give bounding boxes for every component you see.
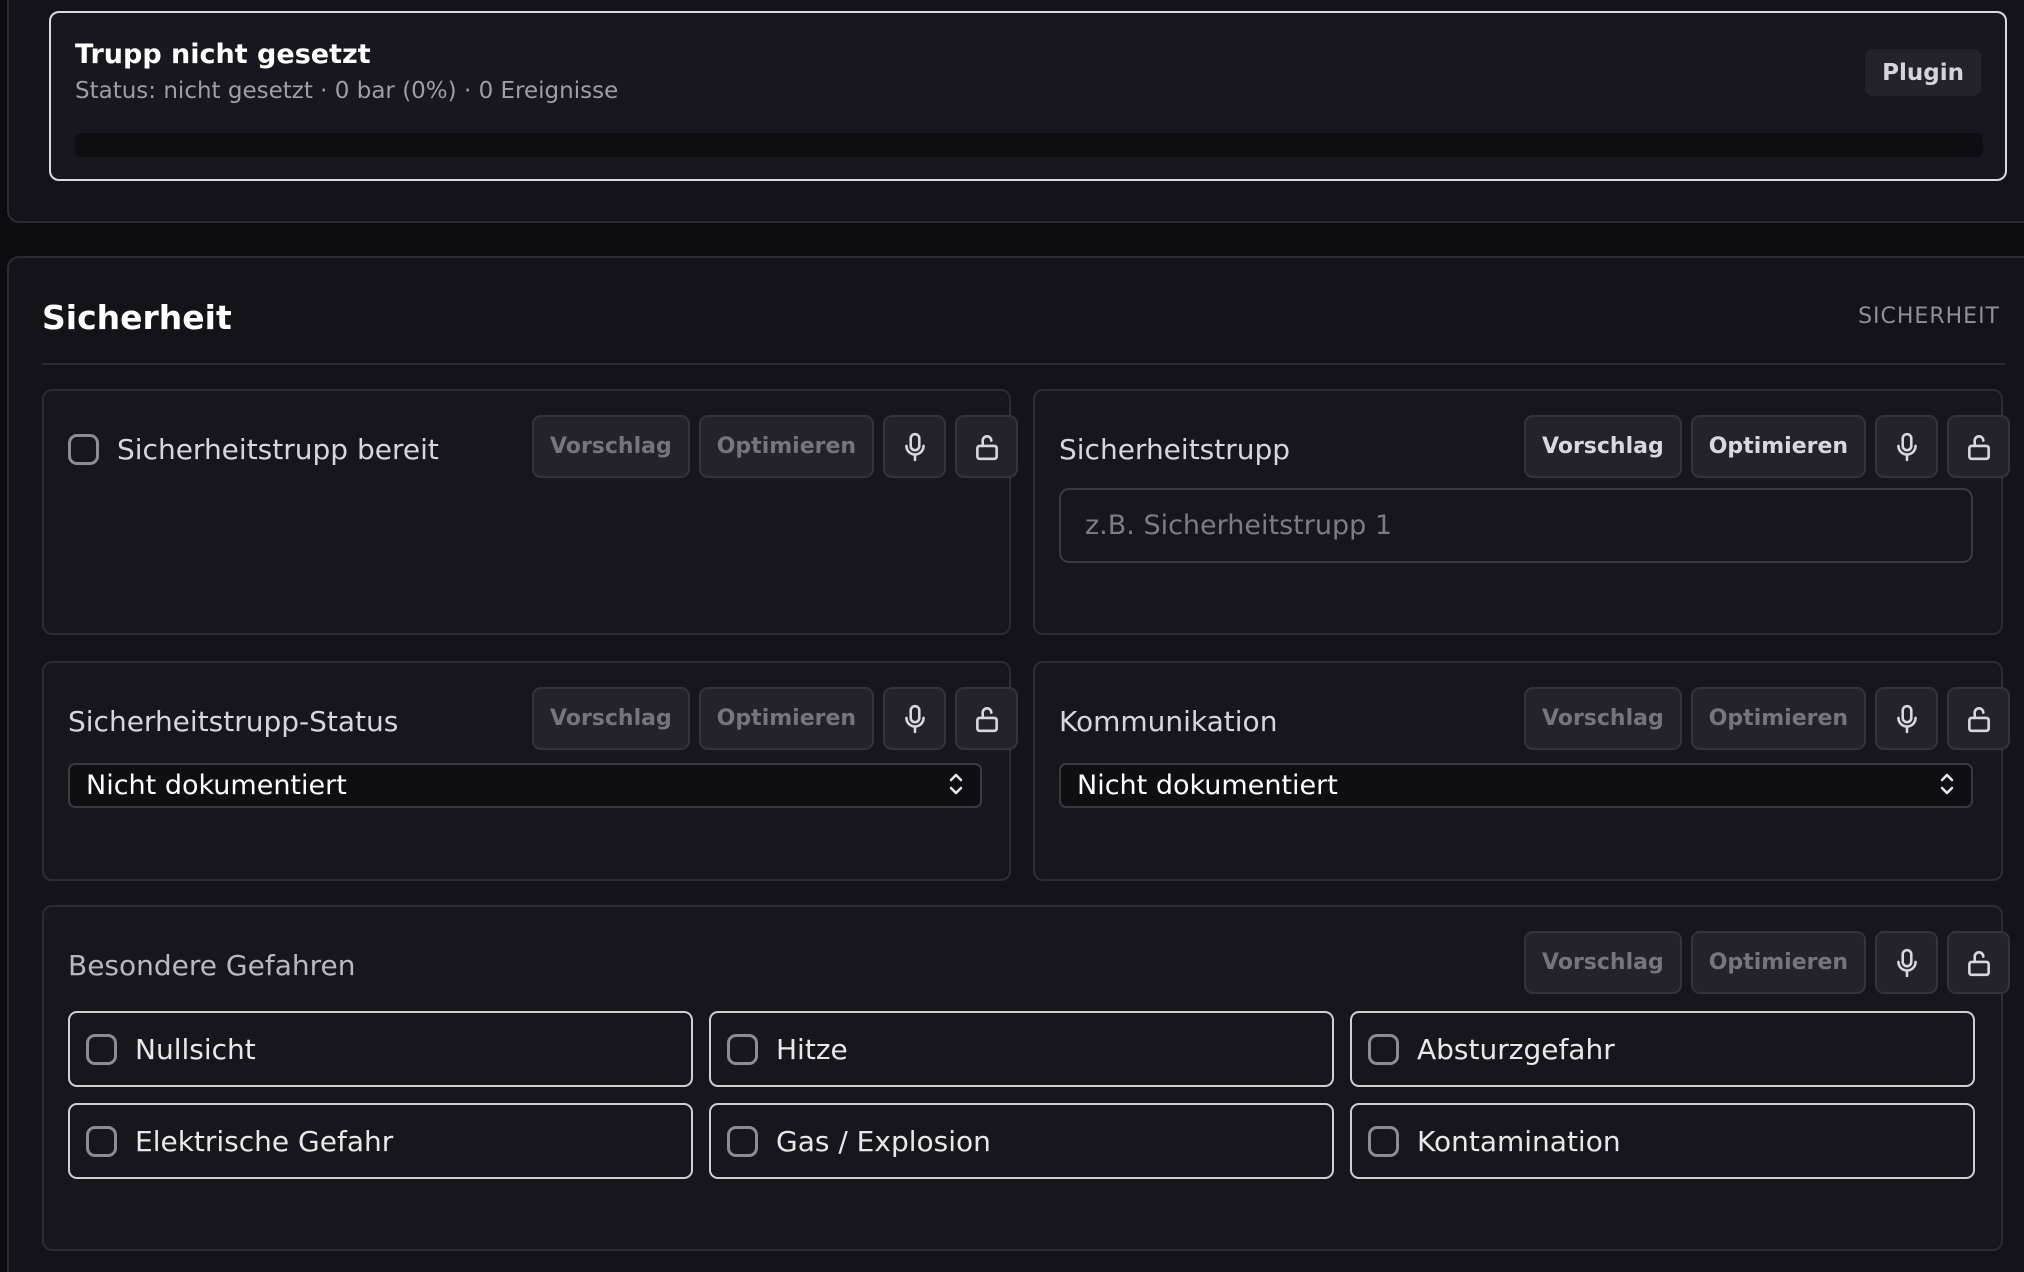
- field-tools: Vorschlag Optimieren: [532, 415, 1019, 478]
- microphone-icon[interactable]: [883, 415, 947, 478]
- suggest-button[interactable]: Vorschlag: [1524, 687, 1682, 750]
- field-tools: Vorschlag Optimieren: [1524, 687, 2011, 750]
- hazard-label: Nullsicht: [135, 1032, 256, 1066]
- hazard-option-hitze[interactable]: Hitze: [709, 1011, 1334, 1087]
- field-card-ready: Sicherheitstrupp bereit Vorschlag Optimi…: [42, 389, 1019, 635]
- hazards-label: Besondere Gefahren: [68, 949, 356, 982]
- trupp-panel: Trupp nicht gesetzt Status: nicht gesetz…: [7, 0, 2024, 223]
- hazard-label: Kontamination: [1417, 1124, 1621, 1158]
- hazard-option-nullsicht[interactable]: Nullsicht: [68, 1011, 693, 1087]
- optimize-button[interactable]: Optimieren: [1690, 931, 1867, 994]
- field-card-trupp: Sicherheitstrupp Vorschlag Optimieren: [1033, 389, 2011, 635]
- plugin-badge: Plugin: [1865, 49, 1981, 96]
- comm-label: Kommunikation: [1059, 705, 1278, 738]
- hazard-checkbox[interactable]: [1368, 1125, 1399, 1157]
- hazard-checkbox[interactable]: [1368, 1033, 1399, 1065]
- hazard-option-gas-explosion[interactable]: Gas / Explosion: [709, 1103, 1334, 1179]
- section-divider: [42, 363, 2005, 365]
- hazard-checkbox[interactable]: [86, 1125, 117, 1157]
- field-tools: Vorschlag Optimieren: [1524, 931, 2011, 994]
- field-tools: Vorschlag Optimieren: [1524, 415, 2011, 478]
- unlock-icon[interactable]: [1947, 931, 2011, 994]
- safety-section: Sicherheit SICHERHEIT Sicherheitstrupp b…: [7, 256, 2024, 1272]
- suggest-button[interactable]: Vorschlag: [1524, 931, 1682, 994]
- microphone-icon[interactable]: [883, 687, 947, 750]
- suggest-button[interactable]: Vorschlag: [532, 687, 690, 750]
- suggest-button[interactable]: Vorschlag: [532, 415, 690, 478]
- unlock-icon[interactable]: [955, 687, 1019, 750]
- section-tag: SICHERHEIT: [1858, 304, 2000, 329]
- trupp-input[interactable]: [1059, 488, 1973, 563]
- hazard-checkbox[interactable]: [86, 1033, 117, 1065]
- chevron-up-down-icon: [948, 771, 964, 801]
- hazard-option-kontamination[interactable]: Kontamination: [1350, 1103, 1975, 1179]
- ready-label: Sicherheitstrupp bereit: [117, 433, 439, 466]
- optimize-button[interactable]: Optimieren: [1690, 687, 1867, 750]
- status-select-value: Nicht dokumentiert: [86, 770, 347, 801]
- ready-checkbox-row[interactable]: Sicherheitstrupp bereit: [68, 433, 439, 466]
- status-select[interactable]: Nicht dokumentiert: [68, 763, 982, 808]
- comm-select-value: Nicht dokumentiert: [1077, 770, 1338, 801]
- hazard-checkbox[interactable]: [727, 1125, 758, 1157]
- microphone-icon[interactable]: [1875, 931, 1939, 994]
- hazard-checkbox[interactable]: [727, 1033, 758, 1065]
- field-tools: Vorschlag Optimieren: [532, 687, 1019, 750]
- ready-checkbox[interactable]: [68, 434, 99, 465]
- optimize-button[interactable]: Optimieren: [698, 415, 875, 478]
- pressure-progress-bar: [75, 133, 1983, 157]
- hazard-label: Elektrische Gefahr: [135, 1124, 394, 1158]
- hazard-option-absturzgefahr[interactable]: Absturzgefahr: [1350, 1011, 1975, 1087]
- hazard-label: Absturzgefahr: [1417, 1032, 1615, 1066]
- trupp-status: Status: nicht gesetzt · 0 bar (0%) · 0 E…: [75, 78, 619, 104]
- unlock-icon[interactable]: [955, 415, 1019, 478]
- comm-select[interactable]: Nicht dokumentiert: [1059, 763, 1973, 808]
- field-card-comm: Kommunikation Vorschlag Optimieren Nicht…: [1033, 661, 2011, 881]
- status-label: Sicherheitstrupp-Status: [68, 705, 399, 738]
- chevron-up-down-icon: [1939, 771, 1955, 801]
- hazard-label: Gas / Explosion: [776, 1124, 991, 1158]
- hazard-label: Hitze: [776, 1032, 848, 1066]
- trupp-title: Trupp nicht gesetzt: [75, 39, 371, 70]
- optimize-button[interactable]: Optimieren: [1690, 415, 1867, 478]
- hazard-option-elektrische-gefahr[interactable]: Elektrische Gefahr: [68, 1103, 693, 1179]
- field-card-status: Sicherheitstrupp-Status Vorschlag Optimi…: [42, 661, 1019, 881]
- field-card-hazards: Besondere Gefahren Vorschlag Optimieren …: [42, 905, 2011, 1251]
- suggest-button[interactable]: Vorschlag: [1524, 415, 1682, 478]
- optimize-button[interactable]: Optimieren: [698, 687, 875, 750]
- microphone-icon[interactable]: [1875, 415, 1939, 478]
- section-title: Sicherheit: [42, 298, 232, 337]
- unlock-icon[interactable]: [1947, 687, 2011, 750]
- microphone-icon[interactable]: [1875, 687, 1939, 750]
- unlock-icon[interactable]: [1947, 415, 2011, 478]
- trupp-card: Trupp nicht gesetzt Status: nicht gesetz…: [49, 11, 2007, 181]
- trupp-label: Sicherheitstrupp: [1059, 433, 1291, 466]
